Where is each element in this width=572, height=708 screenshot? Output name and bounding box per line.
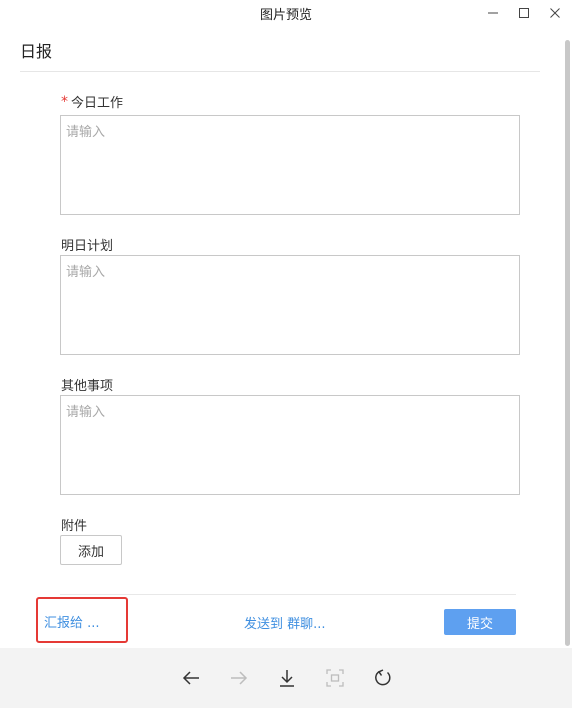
- rotate-button[interactable]: [371, 666, 395, 690]
- submit-button[interactable]: 提交: [444, 609, 516, 635]
- required-mark: *: [61, 94, 68, 110]
- placeholder: 请输入: [66, 125, 106, 140]
- report-to-link[interactable]: 汇报给 ...: [44, 612, 100, 631]
- minimize-icon: [488, 12, 498, 14]
- arrow-right-icon: [231, 671, 248, 685]
- field-label-today-work: 今日工作: [71, 96, 124, 111]
- other-items-textarea[interactable]: 请输入: [60, 395, 520, 495]
- fit-screen-icon: [326, 669, 344, 687]
- close-icon: [550, 8, 560, 18]
- download-button[interactable]: [275, 666, 299, 690]
- field-label-other-items: 其他事项: [61, 379, 114, 394]
- placeholder: 请输入: [66, 405, 106, 420]
- previous-button[interactable]: [179, 666, 203, 690]
- maximize-icon: [519, 8, 529, 18]
- page-title: 日报: [20, 42, 53, 61]
- close-button[interactable]: [541, 2, 569, 24]
- field-label-tomorrow-plan: 明日计划: [61, 239, 114, 254]
- placeholder: 请输入: [66, 265, 106, 280]
- maximize-button[interactable]: [510, 2, 538, 24]
- rotate-icon: [375, 669, 391, 686]
- next-button[interactable]: [227, 666, 251, 690]
- image-viewer: 日报 * 今日工作 请输入 明日计划 请输入 其他事项 请输入 附件 添加 汇报…: [0, 32, 572, 648]
- footer-divider: [60, 594, 516, 595]
- window-titlebar: 图片预览: [0, 0, 572, 32]
- heading-divider: [20, 71, 540, 72]
- arrow-left-icon: [182, 671, 199, 685]
- viewer-toolbar: [0, 648, 572, 708]
- today-work-textarea[interactable]: 请输入: [60, 115, 520, 215]
- fit-screen-button[interactable]: [323, 666, 347, 690]
- download-icon: [280, 670, 294, 687]
- scrollbar[interactable]: [565, 40, 570, 646]
- send-to-group-link[interactable]: 发送到 群聊...: [244, 613, 326, 632]
- attachment-label: 附件: [61, 519, 88, 534]
- minimize-button[interactable]: [479, 2, 507, 24]
- report-to-highlight[interactable]: 汇报给 ...: [36, 597, 128, 643]
- add-attachment-button[interactable]: 添加: [60, 535, 122, 565]
- tomorrow-plan-textarea[interactable]: 请输入: [60, 255, 520, 355]
